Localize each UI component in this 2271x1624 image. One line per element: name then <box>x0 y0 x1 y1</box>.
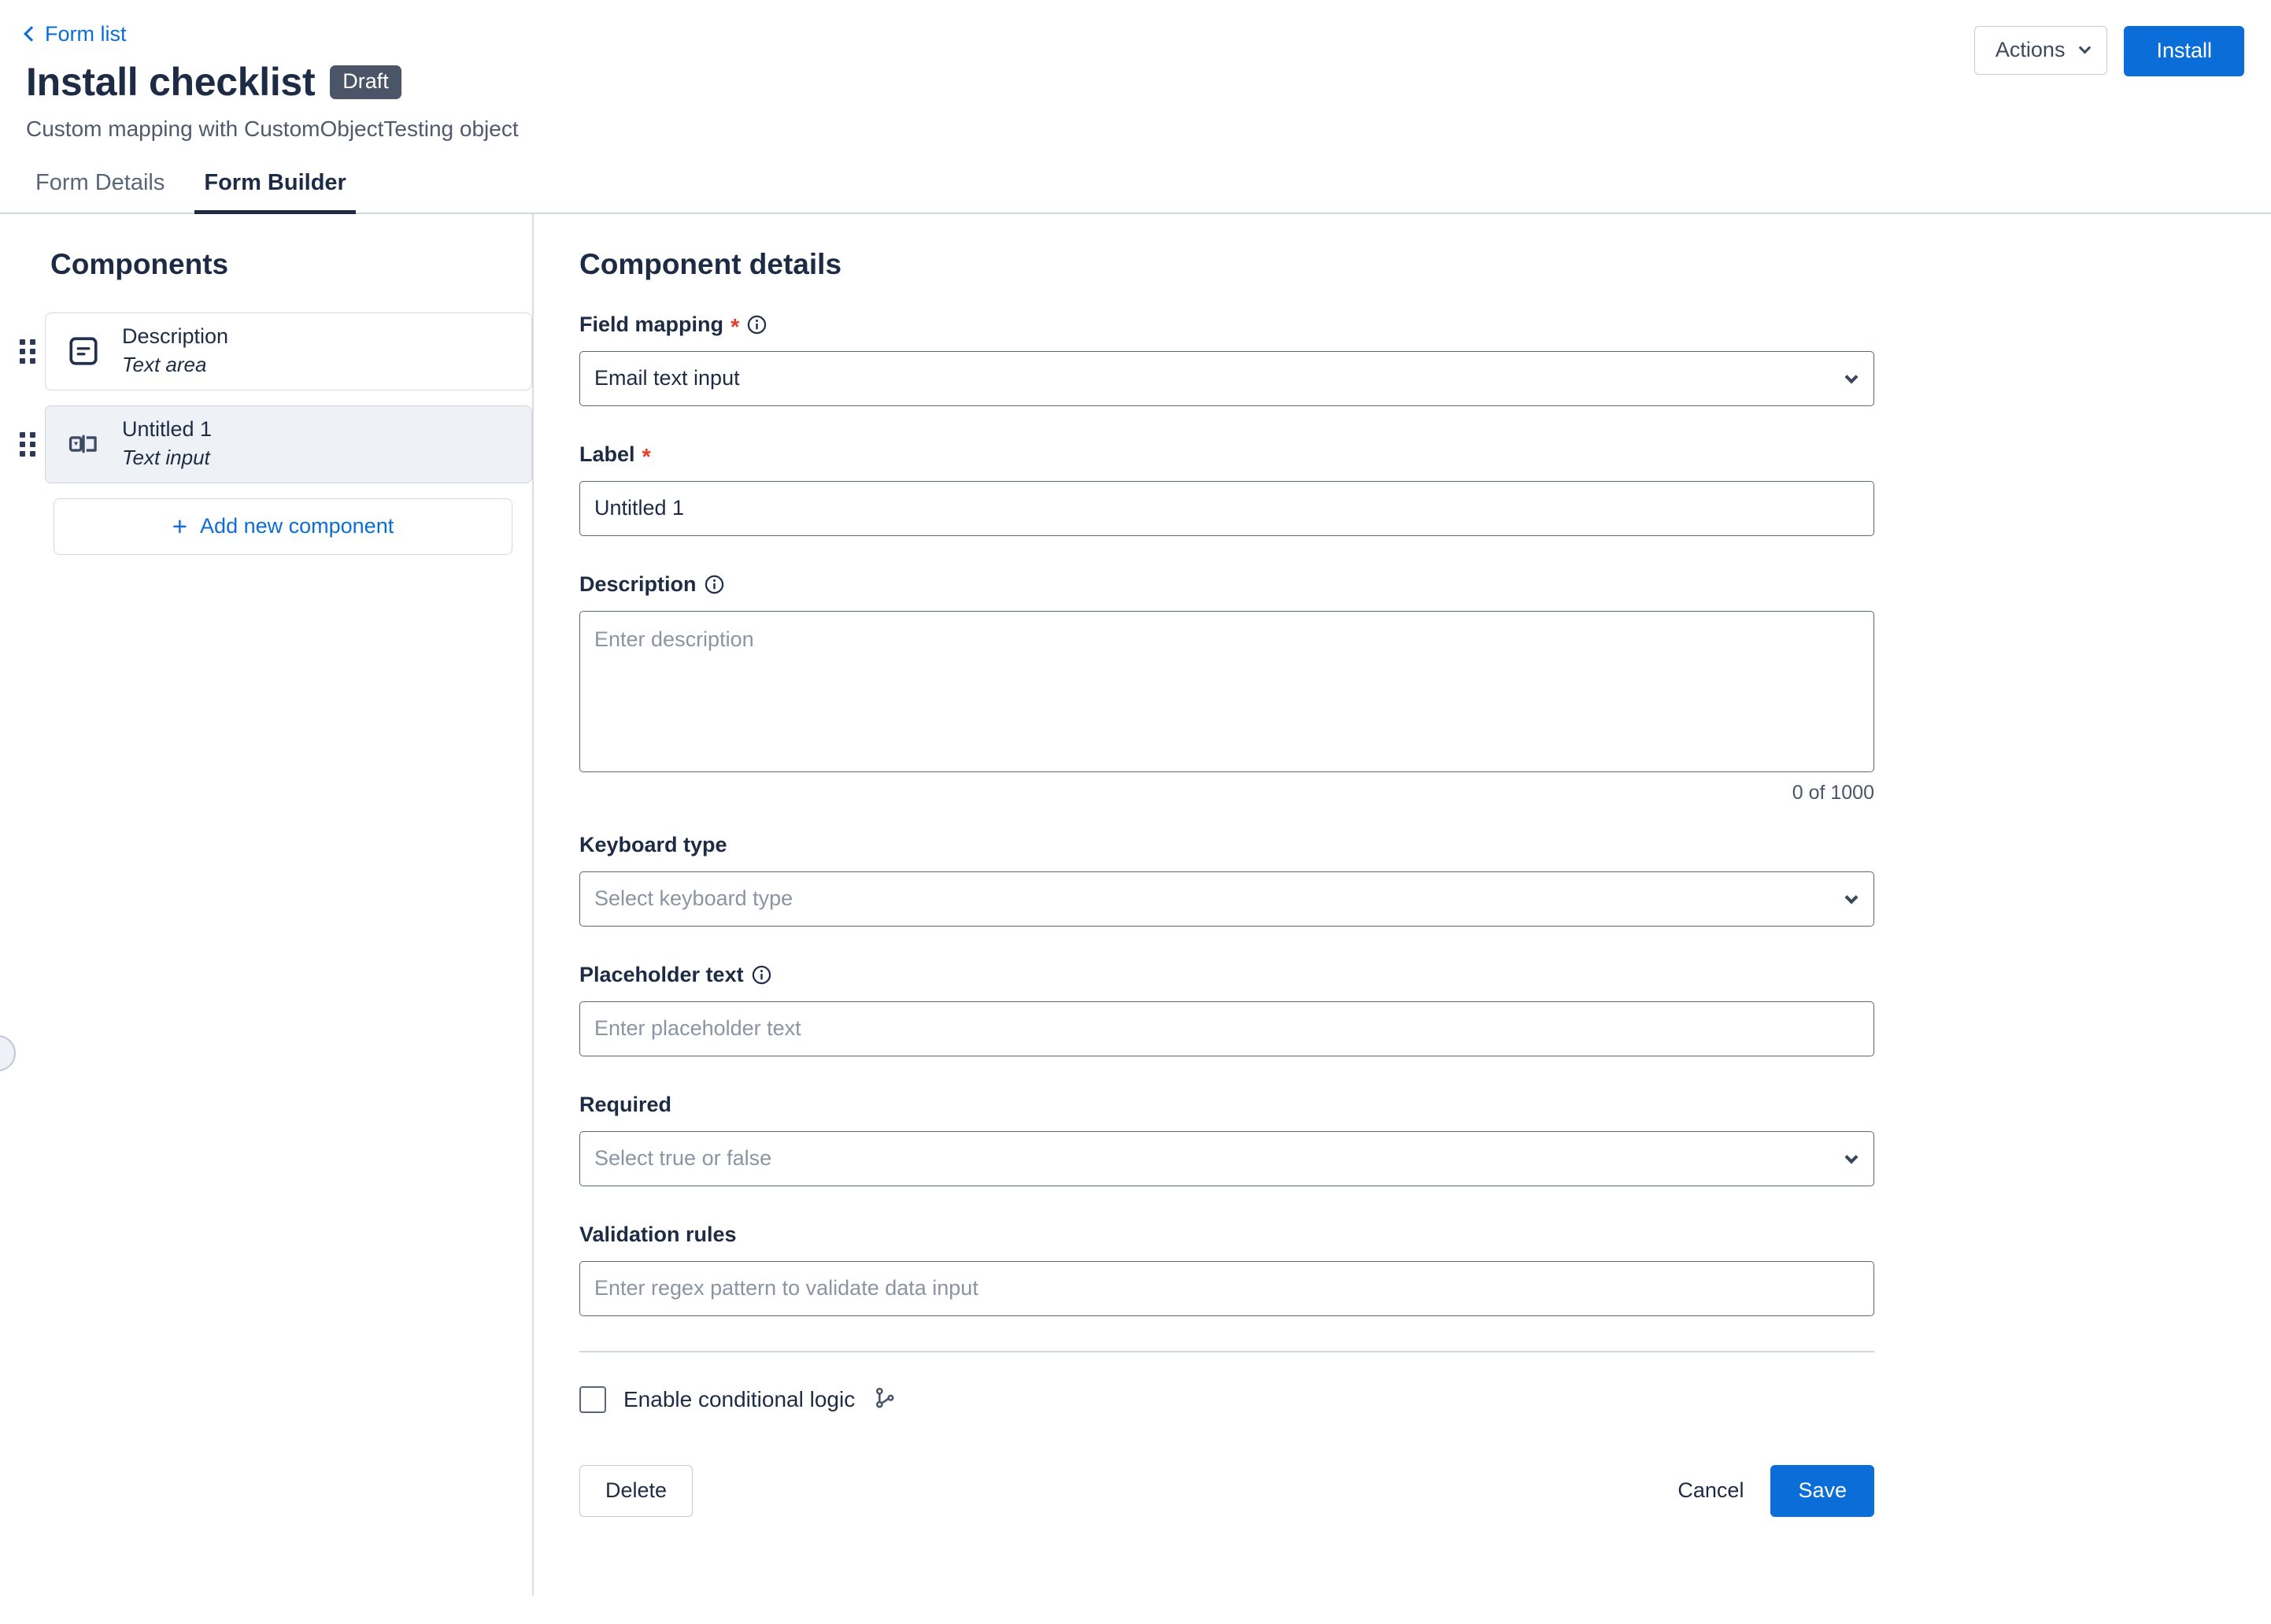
chevron-down-icon <box>1845 890 1859 904</box>
required-asterisk: * <box>730 316 739 339</box>
plus-icon: + <box>172 513 187 539</box>
actions-button-label: Actions <box>1995 39 2066 61</box>
component-details-panel: Component details Field mapping * Email … <box>534 214 2271 1596</box>
required-placeholder: Select true or false <box>594 1146 771 1171</box>
tab-bar: Form Details Form Builder <box>0 168 2271 214</box>
component-row: Description Text area <box>0 313 532 390</box>
component-text: Untitled 1 Text input <box>122 416 212 470</box>
components-title: Components <box>0 248 532 281</box>
title-row: Install checklist Draft <box>26 61 2271 103</box>
page-title: Install checklist <box>26 61 315 103</box>
component-row: Untitled 1 Text input <box>0 405 532 483</box>
chevron-down-icon <box>2079 42 2092 54</box>
keyboard-type-label-row: Keyboard type <box>579 833 1874 857</box>
field-mapping-label-row: Field mapping * <box>579 313 1874 337</box>
drag-handle-icon[interactable] <box>20 432 37 457</box>
body: Components Description Text area <box>0 214 2271 1596</box>
page-header: Form list Install checklist Draft Custom… <box>0 0 2271 142</box>
info-icon[interactable] <box>751 964 772 986</box>
description-label-row: Description <box>579 572 1874 597</box>
label-input-value: Untitled 1 <box>594 496 684 520</box>
label-field-label: Label <box>579 442 635 467</box>
component-name: Description <box>122 324 228 350</box>
page-subtitle: Custom mapping with CustomObjectTesting … <box>26 117 2271 142</box>
chevron-down-icon <box>1845 370 1859 383</box>
keyboard-type-field: Keyboard type Select keyboard type <box>579 833 1874 927</box>
required-asterisk: * <box>642 446 651 469</box>
description-textarea[interactable]: Enter description <box>579 611 1874 772</box>
field-mapping-label: Field mapping <box>579 313 723 337</box>
delete-button[interactable]: Delete <box>579 1465 693 1517</box>
add-new-component-button[interactable]: + Add new component <box>54 498 512 555</box>
component-item-untitled-1[interactable]: Untitled 1 Text input <box>45 405 532 483</box>
info-icon[interactable] <box>704 574 725 595</box>
enable-conditional-logic-label: Enable conditional logic <box>623 1387 855 1412</box>
field-mapping-field: Field mapping * Email text input <box>579 313 1874 406</box>
tab-form-builder[interactable]: Form Builder <box>194 170 355 214</box>
component-item-description[interactable]: Description Text area <box>45 313 532 390</box>
footer-right-actions: Cancel Save <box>1673 1465 1874 1517</box>
description-field: Description Enter description 0 of 1000 <box>579 572 1874 805</box>
enable-conditional-logic-checkbox[interactable] <box>579 1386 606 1413</box>
placeholder-text-field: Placeholder text Enter placeholder text <box>579 963 1874 1056</box>
placeholder-text-placeholder: Enter placeholder text <box>594 1016 801 1041</box>
component-text: Description Text area <box>122 324 228 377</box>
add-new-component-label: Add new component <box>200 514 394 538</box>
keyboard-type-label: Keyboard type <box>579 833 727 857</box>
sidebar-collapse-handle[interactable] <box>0 1035 16 1071</box>
component-details-title: Component details <box>579 248 2271 281</box>
validation-rules-input[interactable]: Enter regex pattern to validate data inp… <box>579 1261 1874 1316</box>
actions-button[interactable]: Actions <box>1974 26 2108 75</box>
description-char-count: 0 of 1000 <box>579 782 1874 805</box>
validation-rules-label: Validation rules <box>579 1223 737 1247</box>
section-divider <box>579 1351 1874 1352</box>
keyboard-type-select[interactable]: Select keyboard type <box>579 871 1874 927</box>
status-badge: Draft <box>330 65 401 99</box>
component-name: Untitled 1 <box>122 416 212 443</box>
placeholder-text-label: Placeholder text <box>579 963 744 987</box>
save-button[interactable]: Save <box>1770 1465 1874 1517</box>
validation-rules-field: Validation rules Enter regex pattern to … <box>579 1223 1874 1316</box>
placeholder-text-input[interactable]: Enter placeholder text <box>579 1001 1874 1056</box>
chevron-down-icon <box>1845 1150 1859 1163</box>
placeholder-text-label-row: Placeholder text <box>579 963 1874 987</box>
header-actions: Actions Install <box>1974 26 2244 76</box>
field-mapping-select[interactable]: Email text input <box>579 351 1874 406</box>
text-input-icon <box>65 427 102 461</box>
install-button[interactable]: Install <box>2124 26 2244 76</box>
required-field: Required Select true or false <box>579 1093 1874 1186</box>
required-label-row: Required <box>579 1093 1874 1117</box>
keyboard-type-placeholder: Select keyboard type <box>594 886 793 911</box>
required-label: Required <box>579 1093 671 1117</box>
validation-rules-label-row: Validation rules <box>579 1223 1874 1247</box>
conditional-logic-row: Enable conditional logic <box>579 1385 2271 1415</box>
branch-icon[interactable] <box>872 1385 897 1415</box>
label-input[interactable]: Untitled 1 <box>579 481 1874 536</box>
cancel-button[interactable]: Cancel <box>1673 1472 1748 1509</box>
chevron-left-icon <box>24 26 39 42</box>
tab-form-details[interactable]: Form Details <box>26 170 174 214</box>
component-type: Text input <box>122 445 212 471</box>
label-field-label-row: Label * <box>579 442 1874 467</box>
info-icon[interactable] <box>746 314 767 335</box>
breadcrumb-label: Form list <box>45 24 127 45</box>
required-select[interactable]: Select true or false <box>579 1131 1874 1186</box>
validation-rules-placeholder: Enter regex pattern to validate data inp… <box>594 1276 978 1300</box>
description-label: Description <box>579 572 697 597</box>
field-mapping-value: Email text input <box>594 366 740 390</box>
breadcrumb-form-list[interactable]: Form list <box>26 24 127 45</box>
label-field: Label * Untitled 1 <box>579 442 1874 536</box>
component-type: Text area <box>122 352 228 378</box>
description-placeholder: Enter description <box>594 627 754 651</box>
details-footer: Delete Cancel Save <box>579 1465 1874 1517</box>
drag-handle-icon[interactable] <box>20 339 37 364</box>
text-area-icon <box>65 335 102 368</box>
components-sidebar: Components Description Text area <box>0 214 534 1596</box>
